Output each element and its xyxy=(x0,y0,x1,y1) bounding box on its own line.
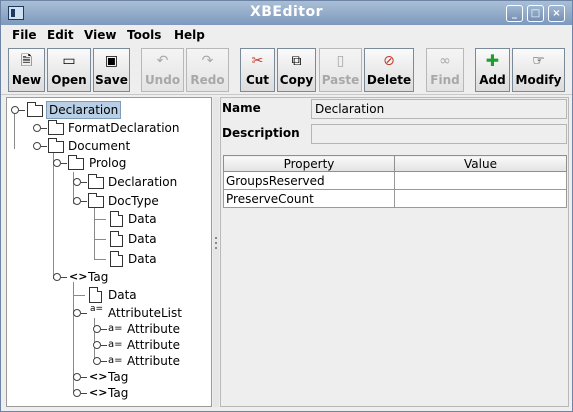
folder-icon xyxy=(88,193,104,208)
description-label: Description xyxy=(222,126,300,140)
table-row[interactable]: GroupsReserved xyxy=(223,171,567,190)
document-icon xyxy=(110,251,123,267)
tree-node-data[interactable]: Data xyxy=(7,250,211,268)
name-field[interactable]: Declaration xyxy=(311,99,567,119)
value-column-header[interactable]: Value xyxy=(394,155,567,172)
tree-node-prolog[interactable]: Prolog xyxy=(7,154,211,172)
tree-toggle[interactable] xyxy=(73,389,87,397)
binoculars-icon: ∞ xyxy=(439,53,451,69)
tree-node-tag[interactable]: <> Tag xyxy=(7,384,211,402)
property-cell[interactable]: GroupsReserved xyxy=(223,171,395,190)
description-field[interactable] xyxy=(311,124,567,144)
tree-toggle[interactable] xyxy=(73,373,87,381)
value-cell[interactable] xyxy=(394,189,567,208)
table-row[interactable]: PreserveCount xyxy=(223,189,567,208)
tree-node-data[interactable]: Data xyxy=(7,230,211,248)
open-button[interactable]: ▭ Open xyxy=(47,48,91,92)
name-label: Name xyxy=(222,101,261,115)
menu-view[interactable]: View xyxy=(84,28,116,42)
folder-icon xyxy=(68,155,84,170)
clipboard-icon: ▯ xyxy=(336,53,345,69)
document-tree[interactable]: Declaration FormatDeclaration Document P… xyxy=(6,97,212,407)
delete-icon: ⊘ xyxy=(383,53,395,69)
redo-button[interactable]: ↷ Redo xyxy=(186,48,229,92)
value-cell[interactable] xyxy=(394,171,567,190)
close-button[interactable]: × xyxy=(548,5,565,22)
tree-toggle[interactable] xyxy=(93,357,107,365)
tag-icon: <> xyxy=(89,386,108,399)
menu-edit[interactable]: Edit xyxy=(47,28,74,42)
tree-toggle[interactable] xyxy=(53,273,67,281)
paste-button[interactable]: ▯ Paste xyxy=(319,48,362,92)
find-button[interactable]: ∞ Find xyxy=(426,48,464,92)
tree-node-declaration[interactable]: Declaration xyxy=(7,101,211,119)
attribute-list-icon: a= xyxy=(90,304,104,314)
tree-toggle[interactable] xyxy=(33,142,47,150)
tree-toggle[interactable] xyxy=(93,341,107,349)
copy-icon: ⧉ xyxy=(291,53,302,69)
cut-button[interactable]: ✂ Cut xyxy=(240,48,275,92)
document-icon xyxy=(110,231,123,247)
copy-button[interactable]: ⧉ Copy xyxy=(277,48,316,92)
menu-bar: File Edit View Tools Help xyxy=(1,25,572,45)
maximize-button[interactable]: □ xyxy=(527,5,544,22)
split-pane-divider[interactable] xyxy=(213,97,219,407)
save-button[interactable]: ▣ Save xyxy=(93,48,130,92)
tree-node-tag[interactable]: <> Tag xyxy=(7,268,211,286)
scissors-icon: ✂ xyxy=(251,53,264,69)
folder-icon xyxy=(48,138,64,153)
title-bar[interactable]: XBEditor _ □ × xyxy=(1,1,572,25)
floppy-disk-icon: ▣ xyxy=(104,53,119,69)
node-details-panel: Name Declaration Description Property Va… xyxy=(220,97,569,407)
tree-node-formatdeclaration[interactable]: FormatDeclaration xyxy=(7,119,211,137)
tree-node-doctype[interactable]: DocType xyxy=(7,192,211,210)
delete-button[interactable]: ⊘ Delete xyxy=(364,48,414,92)
undo-icon: ↶ xyxy=(156,53,169,69)
tree-toggle[interactable] xyxy=(11,106,25,114)
tree-toggle[interactable] xyxy=(93,325,107,333)
document-icon xyxy=(110,211,123,227)
window-title: XBEditor xyxy=(249,4,324,20)
tree-toggle[interactable] xyxy=(33,124,47,132)
menu-help[interactable]: Help xyxy=(174,28,205,42)
property-cell[interactable]: PreserveCount xyxy=(223,189,395,208)
menu-file[interactable]: File xyxy=(12,28,37,42)
tree-toggle[interactable] xyxy=(73,178,87,186)
new-button[interactable]: 🗎 New xyxy=(8,48,45,92)
undo-button[interactable]: ↶ Undo xyxy=(141,48,184,92)
open-folder-icon: ▭ xyxy=(62,53,76,69)
tag-icon: <> xyxy=(69,270,88,283)
new-document-icon: 🗎 xyxy=(20,53,33,69)
folder-icon xyxy=(27,102,43,117)
tree-node-declaration[interactable]: Declaration xyxy=(7,173,211,191)
redo-icon: ↷ xyxy=(201,53,214,69)
minimize-button[interactable]: _ xyxy=(506,5,523,22)
tree-node-data[interactable]: Data xyxy=(7,210,211,228)
document-icon xyxy=(89,287,102,303)
tree-node-data[interactable]: Data xyxy=(7,286,211,304)
tree-toggle[interactable] xyxy=(73,197,87,205)
toolbar: 🗎 New ▭ Open ▣ Save ↶ Undo ↷ Redo ✂ Cut … xyxy=(1,45,572,95)
add-button[interactable]: ✚ Add xyxy=(475,48,510,92)
tree-toggle[interactable] xyxy=(73,309,87,317)
properties-table[interactable]: Property Value GroupsReserved PreserveCo… xyxy=(223,155,567,208)
modify-button[interactable]: ☞ Modify xyxy=(512,48,565,92)
menu-tools[interactable]: Tools xyxy=(127,28,161,42)
pointing-hand-icon: ☞ xyxy=(532,53,545,69)
folder-icon xyxy=(48,120,64,135)
tree-node-document[interactable]: Document xyxy=(7,137,211,155)
xbeditor-window: XBEditor _ □ × File Edit View Tools Help… xyxy=(0,0,573,412)
property-column-header[interactable]: Property xyxy=(223,155,395,172)
folder-icon xyxy=(88,174,104,189)
plus-icon: ✚ xyxy=(485,51,500,70)
tree-toggle[interactable] xyxy=(53,159,67,167)
